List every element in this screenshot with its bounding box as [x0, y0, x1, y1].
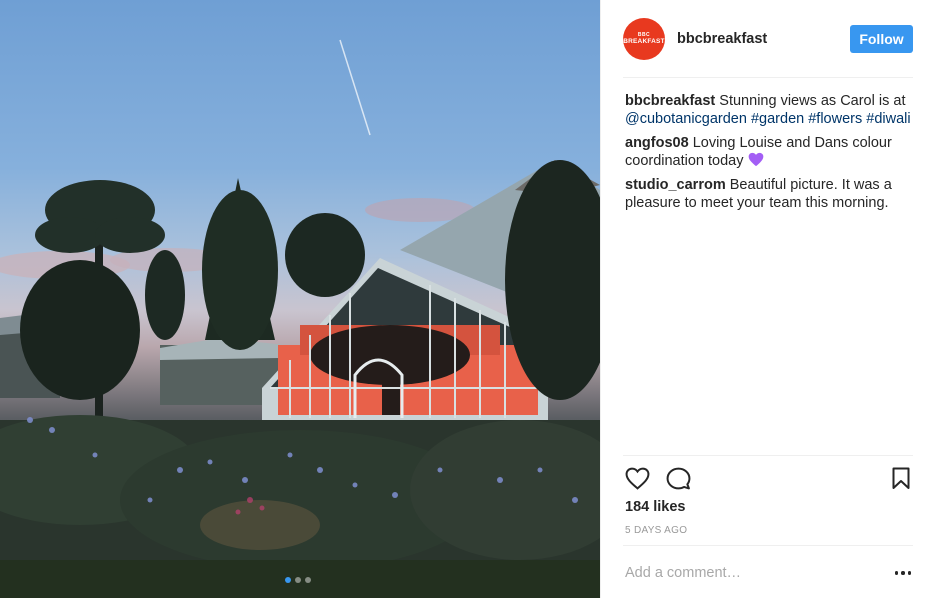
caption-username[interactable]: bbcbreakfast	[625, 93, 715, 109]
caption: bbcbreakfast Stunning views as Carol is …	[625, 92, 915, 128]
comments-list: bbcbreakfast Stunning views as Carol is …	[625, 92, 915, 218]
speech-bubble-icon[interactable]	[664, 464, 692, 492]
caption-hashtag-diwali[interactable]: #diwali	[866, 111, 910, 127]
dot	[894, 571, 899, 575]
dot	[907, 571, 912, 575]
carousel-dot-2	[295, 577, 301, 583]
actions-divider	[623, 455, 913, 456]
avatar[interactable]: BBC BREAKFAST	[623, 18, 665, 60]
caption-mention[interactable]: @cubotanicgarden	[625, 111, 747, 127]
comment-divider	[623, 545, 913, 546]
carousel-dot-3	[305, 577, 311, 583]
comment-username[interactable]: studio_carrom	[625, 177, 726, 193]
post-timestamp[interactable]: 5 DAYS AGO	[625, 525, 687, 536]
post-side-panel: BBC BREAKFAST bbcbreakfast Follow bbcbre…	[600, 0, 935, 598]
avatar-text-bottom: BREAKFAST	[623, 37, 665, 45]
header-divider	[623, 77, 913, 78]
caption-text: Stunning views as Carol is at	[719, 93, 906, 109]
carousel-indicator	[285, 577, 311, 583]
comment-item: studio_carrom Beautiful picture. It was …	[625, 176, 915, 212]
carousel-dot-1	[285, 577, 291, 583]
dot	[901, 571, 905, 575]
post-header: BBC BREAKFAST bbcbreakfast Follow	[623, 18, 913, 60]
action-bar	[623, 464, 915, 492]
avatar-text-top: BBC	[637, 31, 651, 38]
caption-hashtag-garden[interactable]: #garden	[751, 111, 804, 127]
add-comment-input[interactable]	[625, 562, 875, 584]
bookmark-icon[interactable]	[887, 464, 915, 492]
post-username[interactable]: bbcbreakfast	[677, 31, 850, 47]
greenhouse-scene-image	[0, 39, 600, 598]
comment-item: angfos08 Loving Louise and Dans colour c…	[625, 134, 915, 170]
likes-count[interactable]: 184 likes	[625, 499, 685, 515]
follow-button[interactable]: Follow	[850, 25, 913, 53]
more-options-icon[interactable]	[891, 564, 915, 582]
post-photo[interactable]	[0, 0, 600, 598]
purple-heart-icon	[748, 152, 763, 167]
comment-username[interactable]: angfos08	[625, 135, 689, 151]
heart-outline-icon[interactable]	[623, 464, 651, 492]
caption-hashtag-flowers[interactable]: #flowers	[808, 111, 862, 127]
